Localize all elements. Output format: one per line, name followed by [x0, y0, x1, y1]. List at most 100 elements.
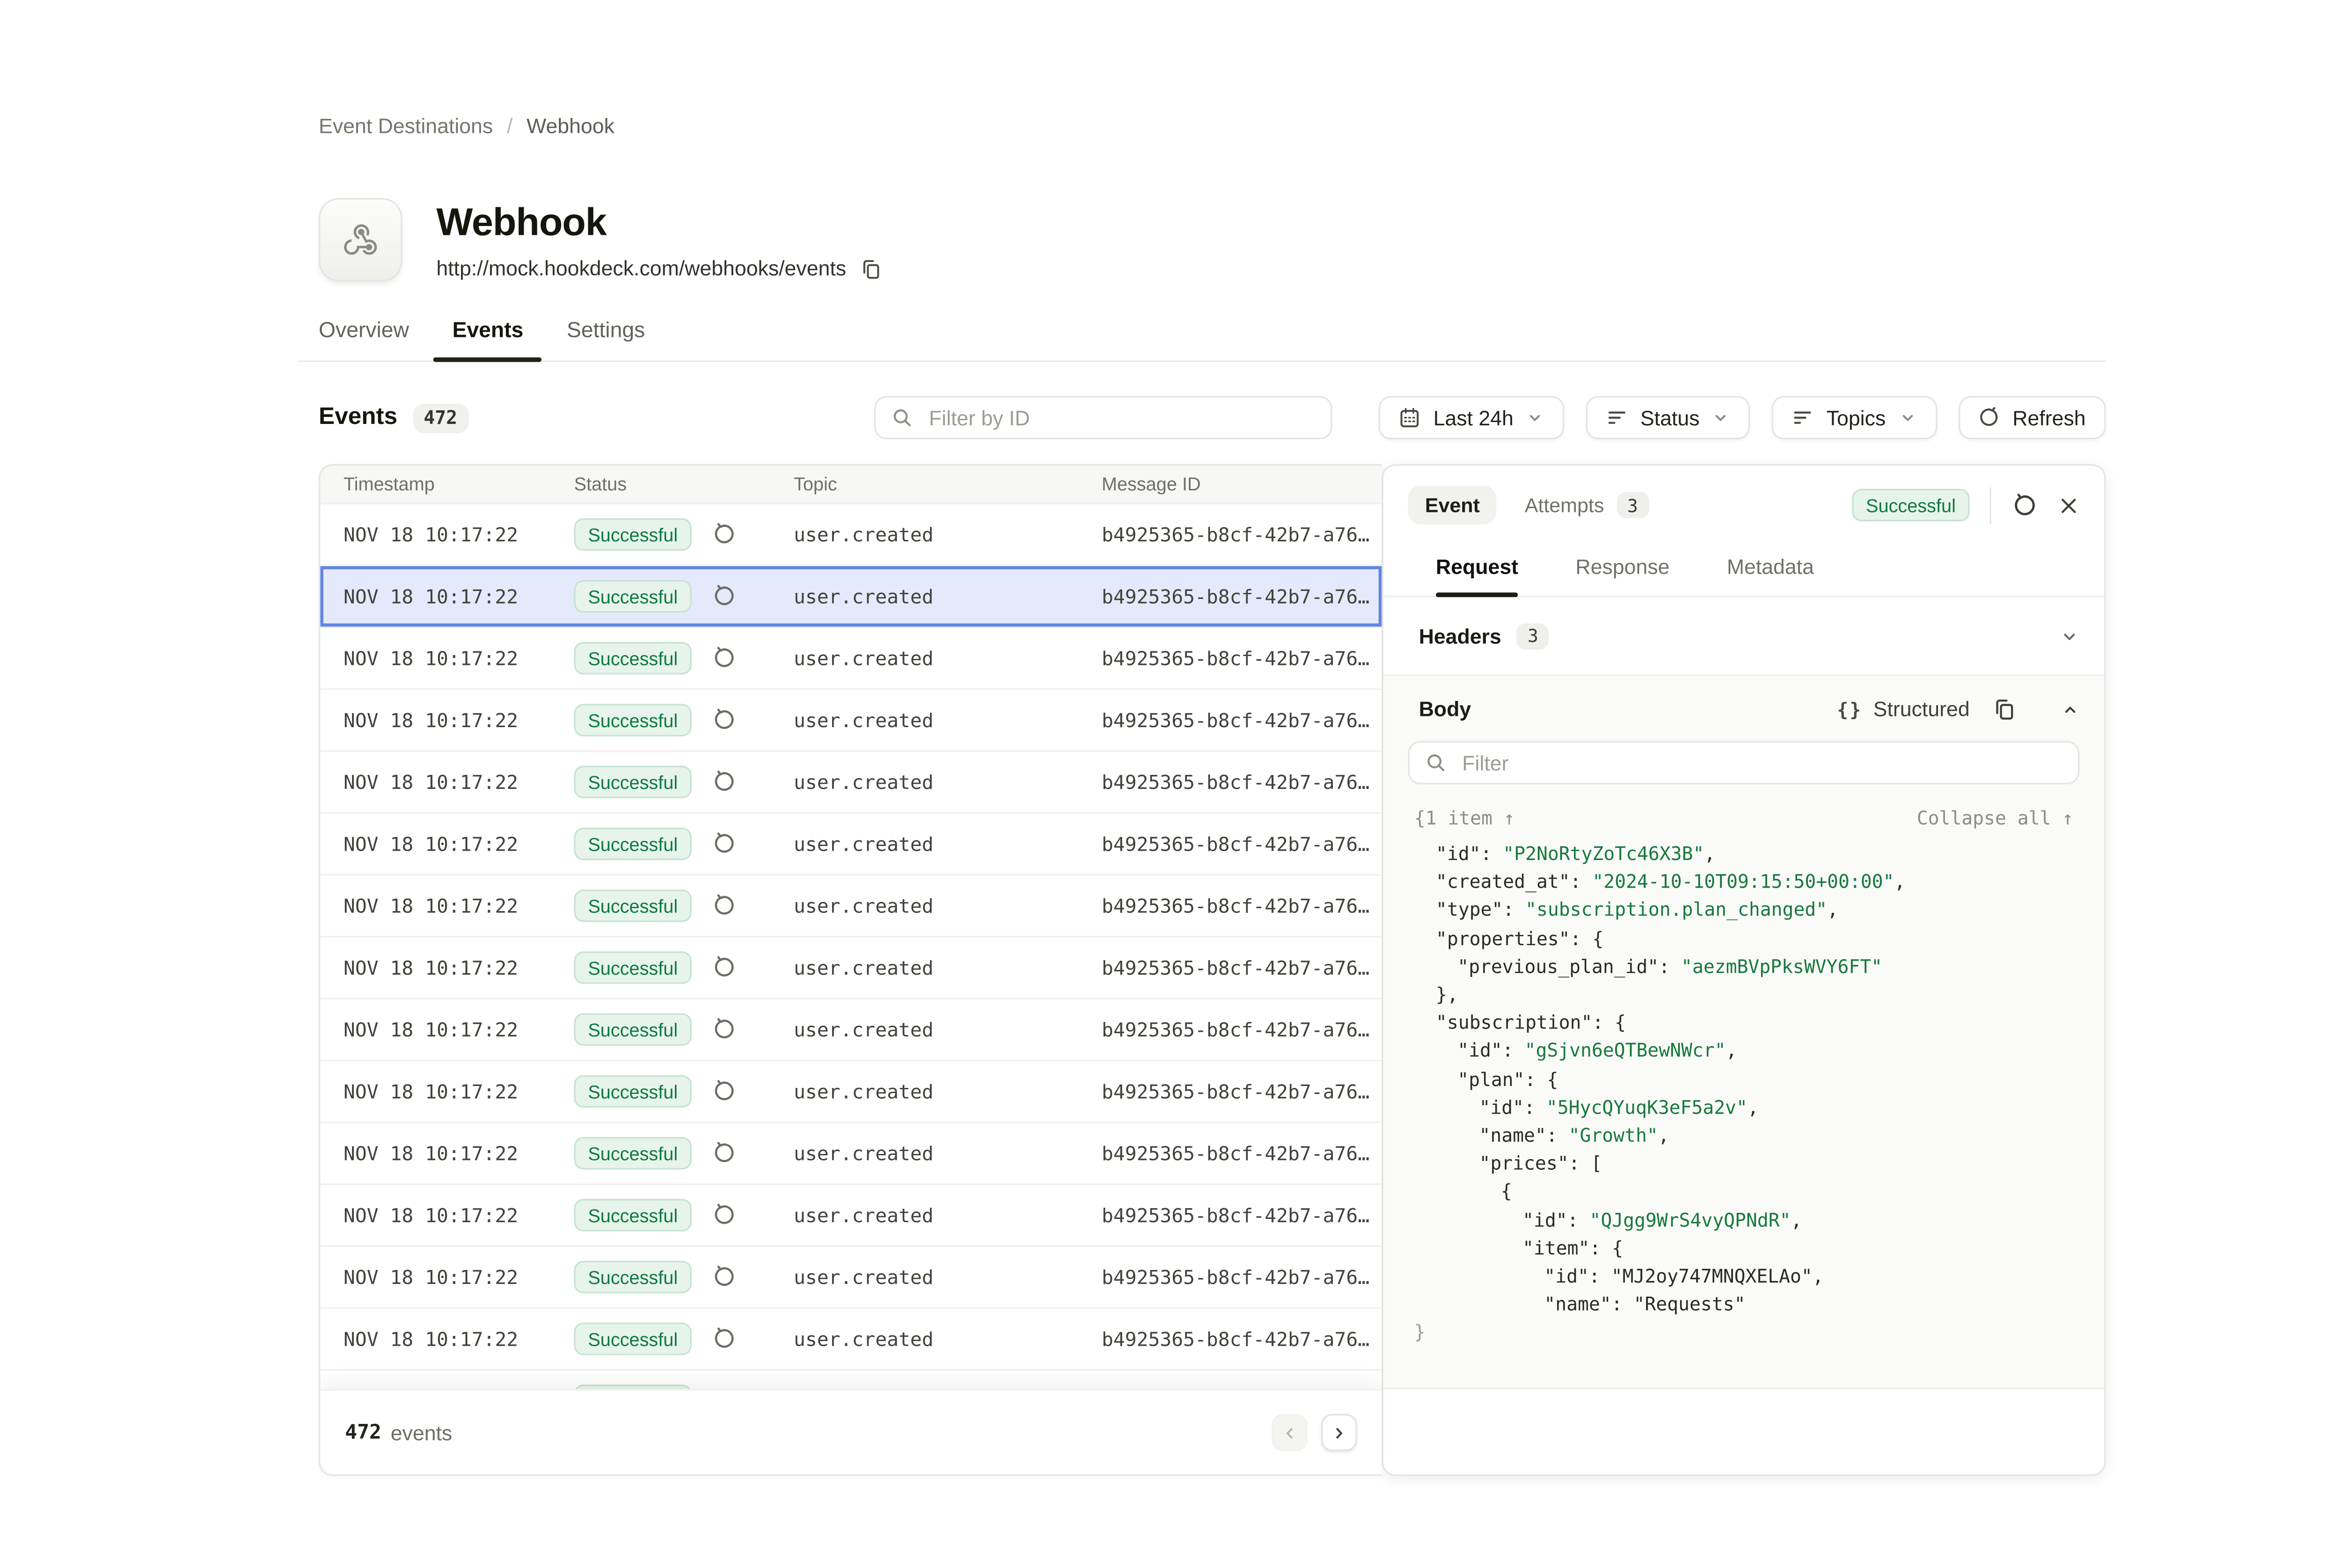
json-line[interactable]: "id": "gSjvn6eQTBewNWcr", [1408, 1037, 2080, 1065]
table-row[interactable]: NOV 18 10:17:22Successful user.createdb4… [320, 690, 1382, 752]
structured-view-toggle[interactable]: {} Structured [1837, 698, 1969, 721]
row-retry-button[interactable] [712, 585, 735, 608]
table-row[interactable]: NOV 18 10:17:22Successful user.createdb4… [320, 566, 1382, 628]
row-retry-button[interactable] [712, 1265, 735, 1289]
row-status: Successful [574, 1075, 794, 1108]
events-card: TimestampStatusTopicMessage ID NOV 18 10… [319, 464, 2106, 1476]
json-line[interactable]: "id": "5HycQYuqK3eF5a2v", [1408, 1094, 2080, 1122]
tab-settings[interactable]: Settings [545, 317, 667, 361]
table-row[interactable]: NOV 18 10:17:22Successful user.createdb4… [320, 1309, 1382, 1371]
row-message-id: b4925365-b8cf-42b7-a76… [1102, 523, 1382, 546]
json-line[interactable]: "name": "Growth", [1408, 1122, 2080, 1150]
table-row[interactable]: NOV 18 10:17:22Successful user.createdb4… [320, 1185, 1382, 1247]
status-badge: Successful [574, 1261, 692, 1293]
row-retry-button[interactable] [712, 956, 735, 979]
retry-icon [712, 1142, 735, 1165]
json-line[interactable]: "item": { [1408, 1234, 2080, 1262]
refresh-button[interactable]: Refresh [1959, 396, 2106, 439]
json-line[interactable]: }, [1408, 981, 2080, 1009]
previous-page-button[interactable] [1272, 1414, 1308, 1451]
table-row[interactable]: NOV 18 10:17:22Successful user.createdb4… [320, 628, 1382, 690]
table-row[interactable]: NOV 18 10:17:22Successful user.createdb4… [320, 504, 1382, 566]
root-item-toggle[interactable]: {1 item ↑ [1414, 808, 1515, 829]
next-page-button[interactable] [1321, 1414, 1357, 1451]
close-icon [2058, 494, 2079, 516]
filter-by-id-input[interactable] [926, 405, 1316, 431]
json-line[interactable]: "created_at": "2024-10-10T09:15:50+00:00… [1408, 868, 2080, 896]
json-line[interactable]: "prices": [ [1408, 1150, 2080, 1178]
breadcrumb-parent-link[interactable]: Event Destinations [319, 115, 493, 138]
table-row[interactable]: NOV 18 10:17:22Successful user.createdb4… [320, 1061, 1382, 1123]
row-topic: user.created [794, 523, 1102, 546]
retry-icon [712, 647, 735, 670]
calendar-icon [1399, 407, 1421, 429]
panel-tab-response[interactable]: Response [1575, 555, 1669, 596]
row-retry-button[interactable] [712, 1327, 735, 1351]
row-retry-button[interactable] [712, 1203, 735, 1227]
row-retry-button[interactable] [712, 770, 735, 794]
body-filter-input[interactable] [1459, 750, 2062, 776]
body-section: Body {} Structured [1383, 676, 2105, 1388]
collapse-all-button[interactable]: Collapse all ↑ [1917, 808, 2073, 829]
row-topic: user.created [794, 708, 1102, 732]
retry-icon [2011, 493, 2036, 518]
tab-overview[interactable]: Overview [297, 317, 431, 361]
retry-icon [712, 1080, 735, 1103]
retry-icon [712, 956, 735, 979]
status-badge: Successful [574, 1323, 692, 1355]
json-line[interactable]: "type": "subscription.plan_changed", [1408, 897, 2080, 925]
row-status: Successful [574, 828, 794, 860]
row-retry-button[interactable] [712, 894, 735, 918]
json-line[interactable]: "id": "QJgg9WrS4vyQPNdR", [1408, 1206, 2080, 1234]
status-badge: Successful [574, 518, 692, 551]
row-timestamp: NOV 18 10:17:22 [320, 894, 574, 918]
panel-tab-metadata[interactable]: Metadata [1727, 555, 1814, 596]
row-topic: user.created [794, 1142, 1102, 1165]
row-retry-button[interactable] [712, 1080, 735, 1103]
headers-section-toggle[interactable]: Headers 3 [1383, 597, 2105, 676]
json-line[interactable]: "properties": { [1408, 925, 2080, 953]
json-line[interactable]: "name": "Requests" [1408, 1291, 2080, 1319]
row-retry-button[interactable] [712, 647, 735, 670]
table-row[interactable]: NOV 18 10:17:22Successful user.createdb4… [320, 752, 1382, 814]
json-line[interactable]: "previous_plan_id": "aezmBVpPksWVY6FT" [1408, 953, 2080, 981]
collapse-body-button[interactable] [2061, 700, 2080, 719]
json-line[interactable]: "subscription": { [1408, 1009, 2080, 1037]
tab-events[interactable]: Events [431, 317, 545, 361]
row-retry-button[interactable] [712, 1018, 735, 1041]
row-timestamp: NOV 18 10:17:22 [320, 708, 574, 732]
retry-icon [712, 523, 735, 546]
close-panel-button[interactable] [2058, 494, 2079, 516]
table-row[interactable]: NOV 18 10:17:22Successful user.createdb4… [320, 1247, 1382, 1309]
json-line[interactable]: { [1408, 1178, 2080, 1206]
events-table: TimestampStatusTopicMessage ID NOV 18 10… [319, 464, 1382, 1476]
retry-icon [712, 770, 735, 794]
tab-attempts[interactable]: Attempts 3 [1525, 492, 1649, 518]
table-row[interactable]: NOV 18 10:17:22Successful user.createdb4… [320, 814, 1382, 875]
row-retry-button[interactable] [712, 1142, 735, 1165]
row-topic: user.created [794, 1265, 1102, 1289]
search-icon [1425, 752, 1447, 773]
table-row[interactable]: NOV 18 10:17:22Successful user.createdb4… [320, 937, 1382, 999]
copy-body-button[interactable] [1993, 698, 2016, 721]
copy-url-button[interactable] [860, 257, 882, 279]
row-status: Successful [574, 518, 794, 551]
tab-event[interactable]: Event [1408, 486, 1497, 525]
date-range-button[interactable]: Last 24h [1379, 396, 1565, 439]
row-retry-button[interactable] [712, 708, 735, 732]
topics-filter-button[interactable]: Topics [1772, 396, 1937, 439]
json-line[interactable]: "id": "MJ2oy747MNQXELAo", [1408, 1262, 2080, 1291]
row-timestamp: NOV 18 10:17:22 [320, 956, 574, 979]
table-row[interactable]: NOV 18 10:17:22Successful user.createdb4… [320, 999, 1382, 1061]
table-row[interactable]: NOV 18 10:17:22Successful user.createdb4… [320, 875, 1382, 937]
json-line[interactable]: "id": "P2NoRtyZoTc46X3B", [1408, 840, 2080, 868]
retry-event-button[interactable] [2011, 493, 2036, 518]
panel-tab-request[interactable]: Request [1436, 555, 1518, 596]
row-retry-button[interactable] [712, 523, 735, 546]
row-retry-button[interactable] [712, 832, 735, 856]
json-line[interactable]: } [1408, 1319, 2080, 1347]
table-row[interactable]: NOV 18 10:17:22Successful user.createdb4… [320, 1123, 1382, 1185]
status-filter-button[interactable]: Status [1586, 396, 1750, 439]
json-line[interactable]: "plan": { [1408, 1065, 2080, 1094]
search-icon [892, 407, 914, 429]
